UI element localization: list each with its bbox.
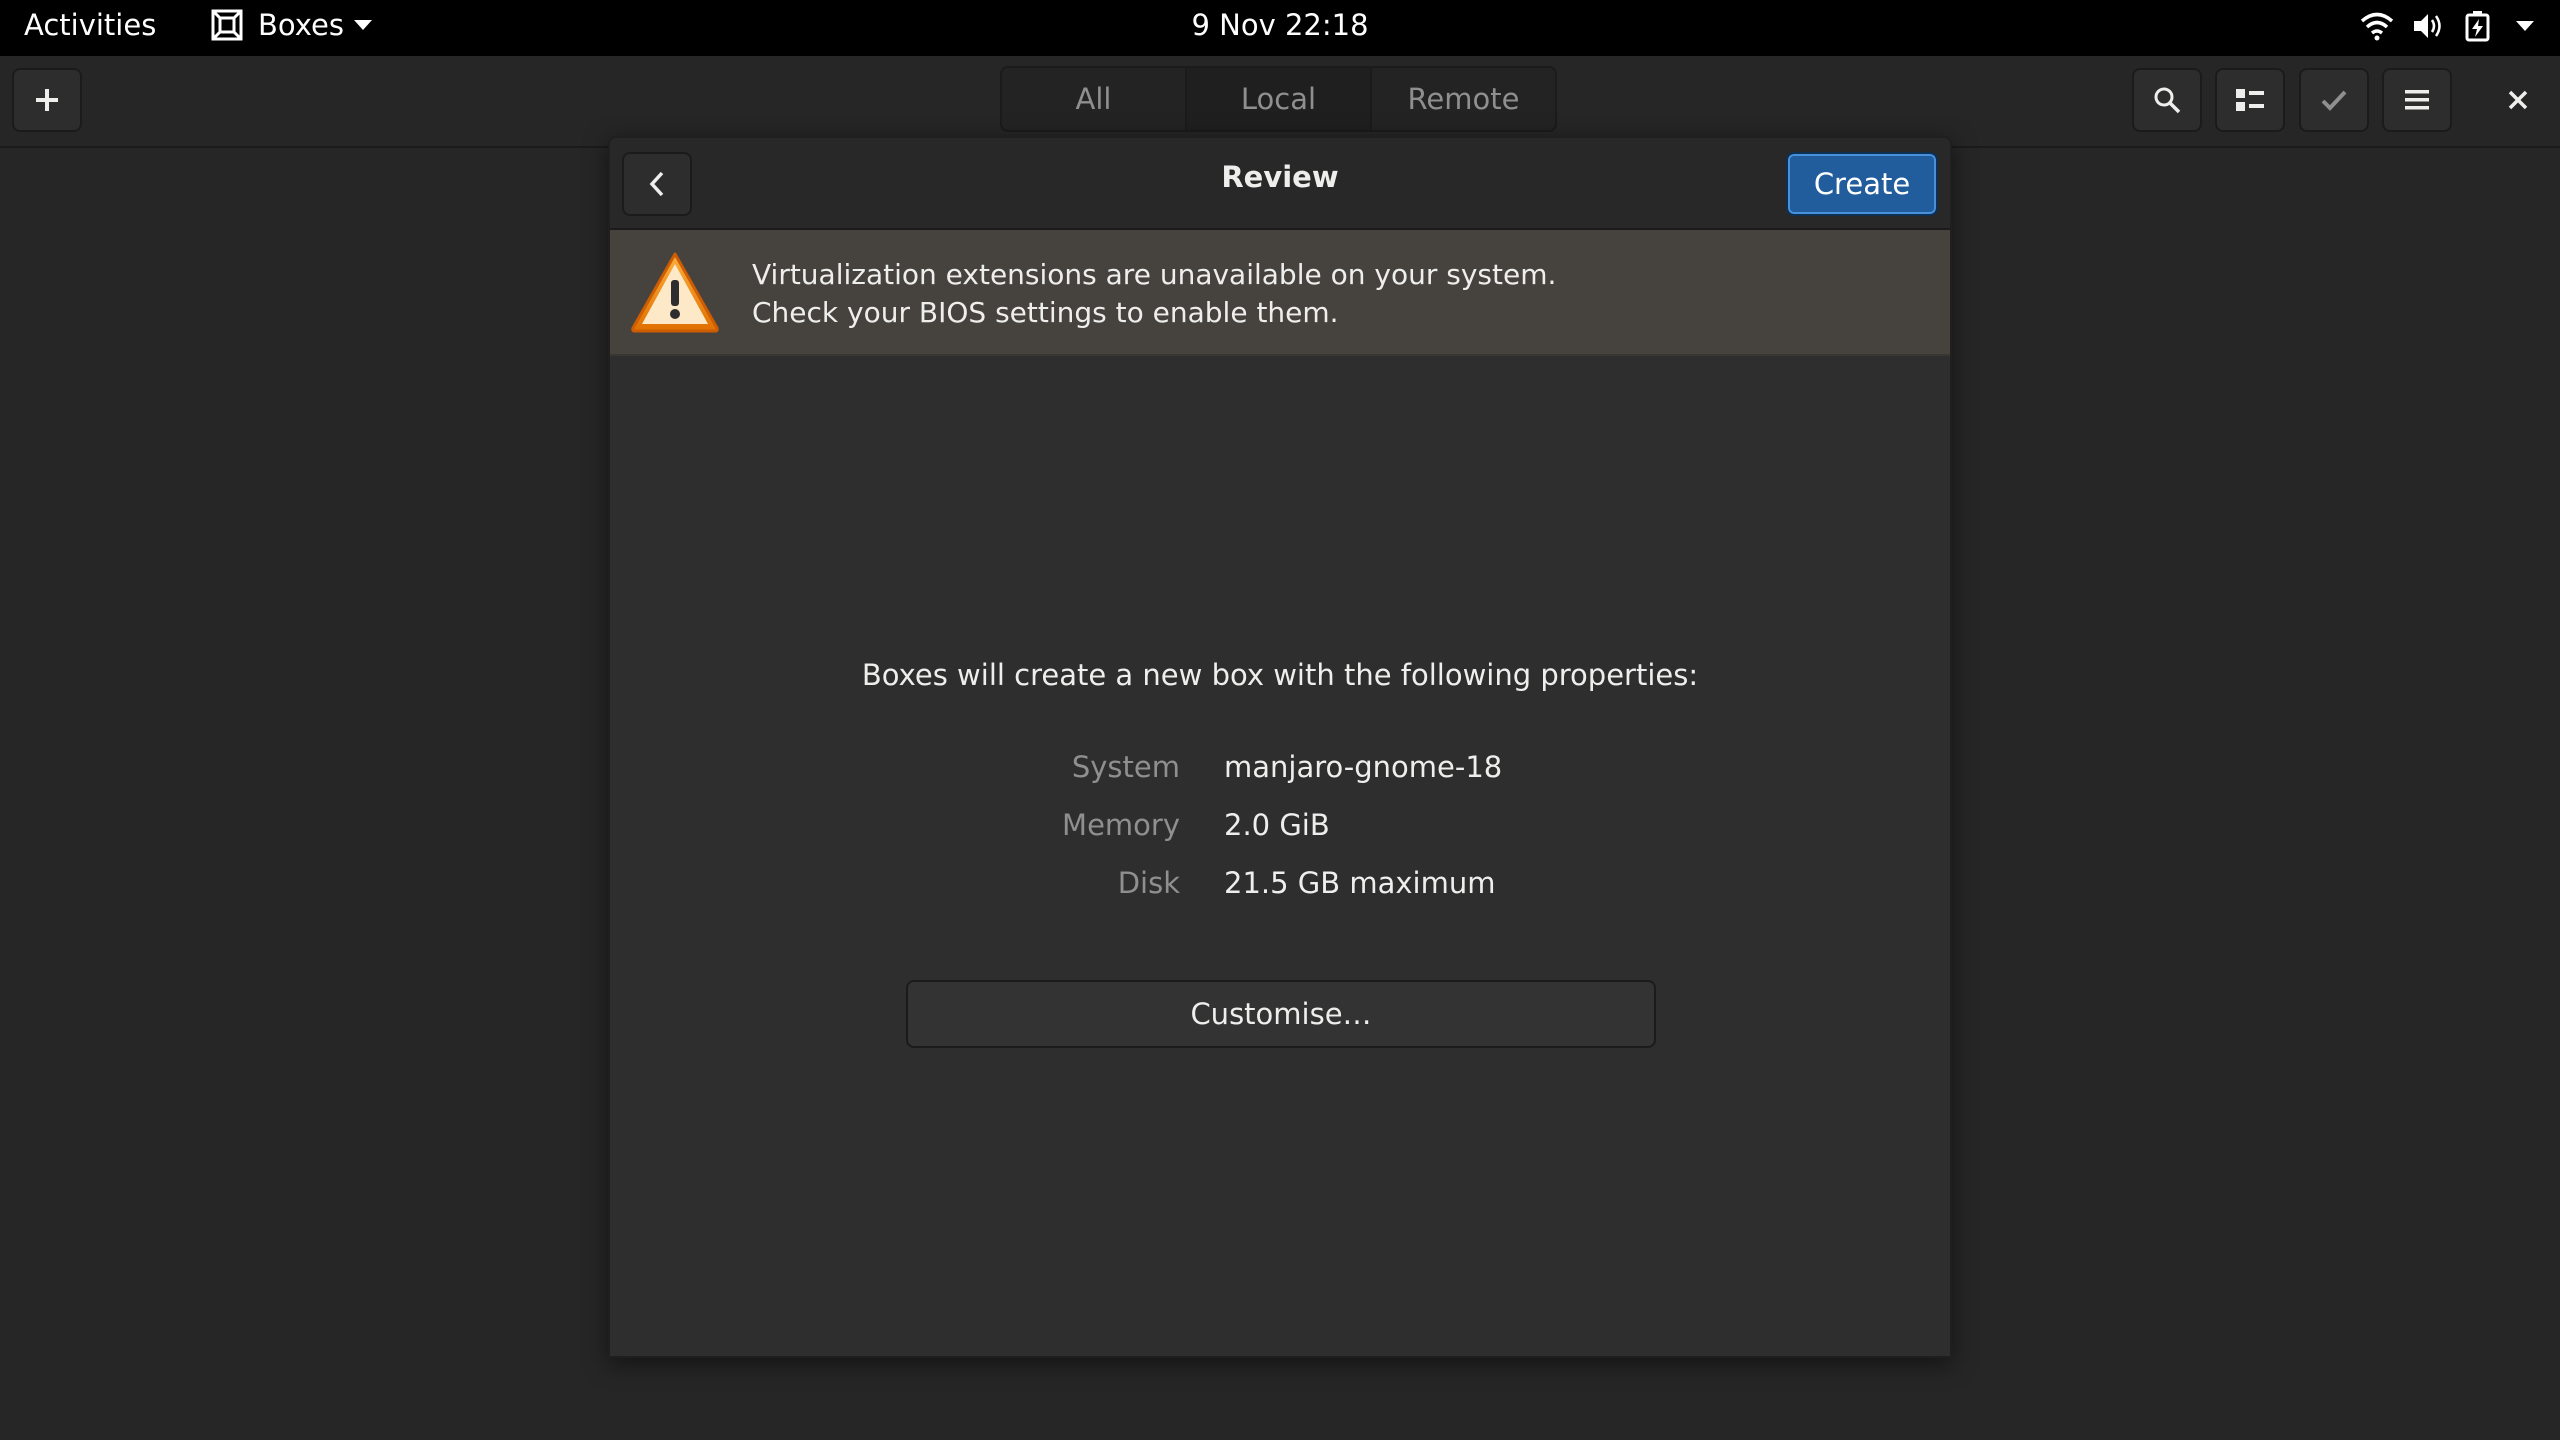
- battery-icon: [2465, 11, 2490, 42]
- app-header-bar: All Local Remote: [0, 56, 2560, 148]
- property-value: manjaro-gnome-18: [1224, 750, 1503, 784]
- activities-button[interactable]: Activities: [24, 8, 156, 42]
- tab-all[interactable]: All: [1002, 68, 1187, 130]
- view-switcher: All Local Remote: [1000, 66, 1557, 132]
- main-menu-button[interactable]: [2382, 68, 2452, 132]
- warning-infobar: Virtualization extensions are unavailabl…: [610, 230, 1950, 356]
- review-dialog: Review Create Virtualization extensions …: [608, 136, 1952, 1358]
- warning-message-line-1: Virtualization extensions are unavailabl…: [752, 258, 1557, 291]
- chevron-down-icon: [2516, 21, 2534, 31]
- customise-button[interactable]: Customise…: [906, 980, 1656, 1048]
- search-button[interactable]: [2132, 68, 2202, 132]
- checkmark-icon: [2321, 90, 2347, 111]
- hamburger-menu-icon: [2405, 90, 2429, 110]
- app-name: Boxes: [258, 8, 344, 42]
- volume-icon: [2414, 14, 2441, 38]
- selection-mode-button[interactable]: [2299, 68, 2369, 132]
- dialog-title: Review: [1221, 160, 1339, 194]
- property-label: System: [1071, 750, 1180, 784]
- tab-remote[interactable]: Remote: [1372, 68, 1555, 130]
- new-box-button[interactable]: [12, 68, 82, 132]
- close-window-button[interactable]: [2496, 78, 2540, 122]
- warning-icon: [631, 252, 719, 333]
- boxes-app-icon: [211, 9, 243, 41]
- property-memory: Memory 2.0 GiB: [610, 808, 1950, 848]
- plus-icon: [36, 89, 58, 111]
- dialog-header: Review Create: [610, 138, 1950, 230]
- search-icon: [2154, 87, 2181, 114]
- app-menu-button[interactable]: Boxes: [210, 8, 372, 42]
- system-status-menu[interactable]: [2360, 10, 2534, 42]
- property-label: Disk: [1117, 866, 1180, 900]
- summary-text: Boxes will create a new box with the fol…: [861, 658, 1699, 692]
- view-mode-button[interactable]: [2215, 68, 2285, 132]
- create-button[interactable]: Create: [1786, 152, 1938, 216]
- property-system: System manjaro-gnome-18: [610, 750, 1950, 790]
- warning-message-line-2: Check your BIOS settings to enable them.: [752, 296, 1339, 329]
- wifi-icon: [2360, 12, 2394, 41]
- chevron-down-icon: [353, 20, 372, 30]
- property-value: 2.0 GiB: [1224, 808, 1330, 842]
- chevron-left-icon: [649, 171, 664, 197]
- list-view-icon: [2236, 89, 2264, 111]
- property-value: 21.5 GB maximum: [1224, 866, 1496, 900]
- back-button[interactable]: [622, 152, 692, 216]
- gnome-top-bar: Activities Boxes 9 Nov 22:18: [0, 0, 2560, 56]
- close-icon: [2508, 90, 2528, 110]
- property-label: Memory: [1062, 808, 1180, 842]
- property-disk: Disk 21.5 GB maximum: [610, 866, 1950, 906]
- clock[interactable]: 9 Nov 22:18: [1191, 8, 1368, 42]
- tab-local[interactable]: Local: [1187, 68, 1372, 130]
